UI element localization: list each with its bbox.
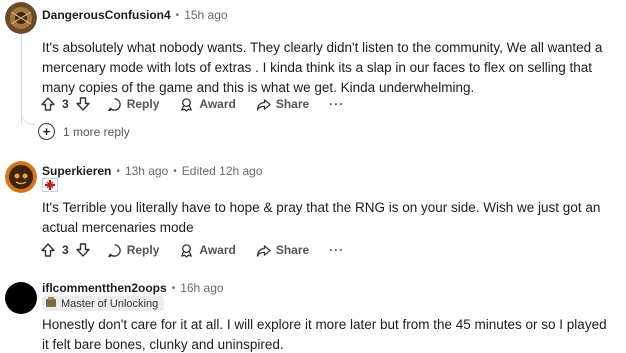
upvote-icon[interactable] — [40, 96, 56, 112]
vote-group: 3 — [40, 242, 91, 258]
more-replies-button[interactable]: + 1 more reply — [38, 123, 130, 140]
comment-body: Honestly don't care for it at all. I wil… — [42, 317, 607, 352]
username[interactable]: Superkieren — [42, 164, 111, 178]
username[interactable]: DangerousConfusion4 — [42, 8, 171, 22]
share-icon — [256, 97, 271, 112]
user-flair: Master of Unlocking — [42, 296, 165, 311]
timestamp[interactable]: 13h ago — [125, 164, 168, 178]
downvote-icon[interactable] — [75, 242, 91, 258]
comment-actions: 3 Reply Award Share ··· — [40, 242, 344, 258]
more-replies-label: 1 more reply — [63, 124, 130, 139]
award-button[interactable]: Award — [179, 243, 236, 258]
separator-dot: • — [116, 165, 120, 177]
edited-label: Edited 12h ago — [181, 164, 263, 178]
timestamp[interactable]: 15h ago — [184, 8, 227, 22]
more-options-button[interactable]: ··· — [329, 97, 344, 111]
flair-cross-icon — [42, 178, 58, 192]
comment-header: iflcommentthen2oops • 16h ago — [42, 281, 224, 295]
downvote-icon[interactable] — [75, 96, 91, 112]
thread-curve — [21, 111, 35, 125]
separator-dot: • — [171, 282, 176, 294]
award-icon — [179, 97, 194, 112]
vote-count: 3 — [62, 97, 69, 111]
avatar[interactable] — [5, 282, 37, 314]
vote-count: 3 — [62, 243, 69, 257]
avatar[interactable] — [5, 2, 37, 34]
avatar[interactable] — [5, 161, 37, 193]
share-label: Share — [275, 243, 310, 257]
reply-label: Reply — [126, 97, 160, 111]
reply-label: Reply — [126, 243, 160, 257]
plus-circle-icon: + — [38, 123, 55, 140]
award-label: Award — [199, 243, 236, 257]
comment-header: DangerousConfusion4 • 15h ago — [42, 8, 228, 22]
timestamp[interactable]: 16h ago — [180, 281, 223, 295]
share-button[interactable]: Share — [256, 97, 309, 112]
separator-dot: • — [175, 9, 180, 21]
separator-dot: • — [173, 165, 177, 177]
share-button[interactable]: Share — [256, 243, 309, 258]
flair-label: Master of Unlocking — [61, 297, 159, 310]
award-label: Award — [199, 97, 236, 111]
comment-body: It's Terrible you literally have to hope… — [42, 200, 601, 235]
flair-emoji-icon — [45, 296, 57, 311]
comment-header: Superkieren • 13h ago • Edited 12h ago — [42, 164, 263, 178]
award-icon — [179, 243, 194, 258]
reply-button[interactable]: Reply — [107, 97, 160, 112]
username[interactable]: iflcommentthen2oops — [42, 281, 167, 295]
reply-button[interactable]: Reply — [107, 243, 160, 258]
vote-group: 3 — [40, 96, 91, 112]
more-options-button[interactable]: ··· — [329, 243, 344, 257]
award-button[interactable]: Award — [179, 97, 236, 112]
comment-bubble-icon — [107, 97, 122, 112]
share-icon — [256, 243, 271, 258]
comment-bubble-icon — [107, 243, 122, 258]
upvote-icon[interactable] — [40, 242, 56, 258]
comment-body: It's absolutely what nobody wants. They … — [42, 40, 603, 95]
comment-actions: 3 Reply Award Share ··· — [40, 96, 344, 112]
share-label: Share — [275, 97, 310, 111]
